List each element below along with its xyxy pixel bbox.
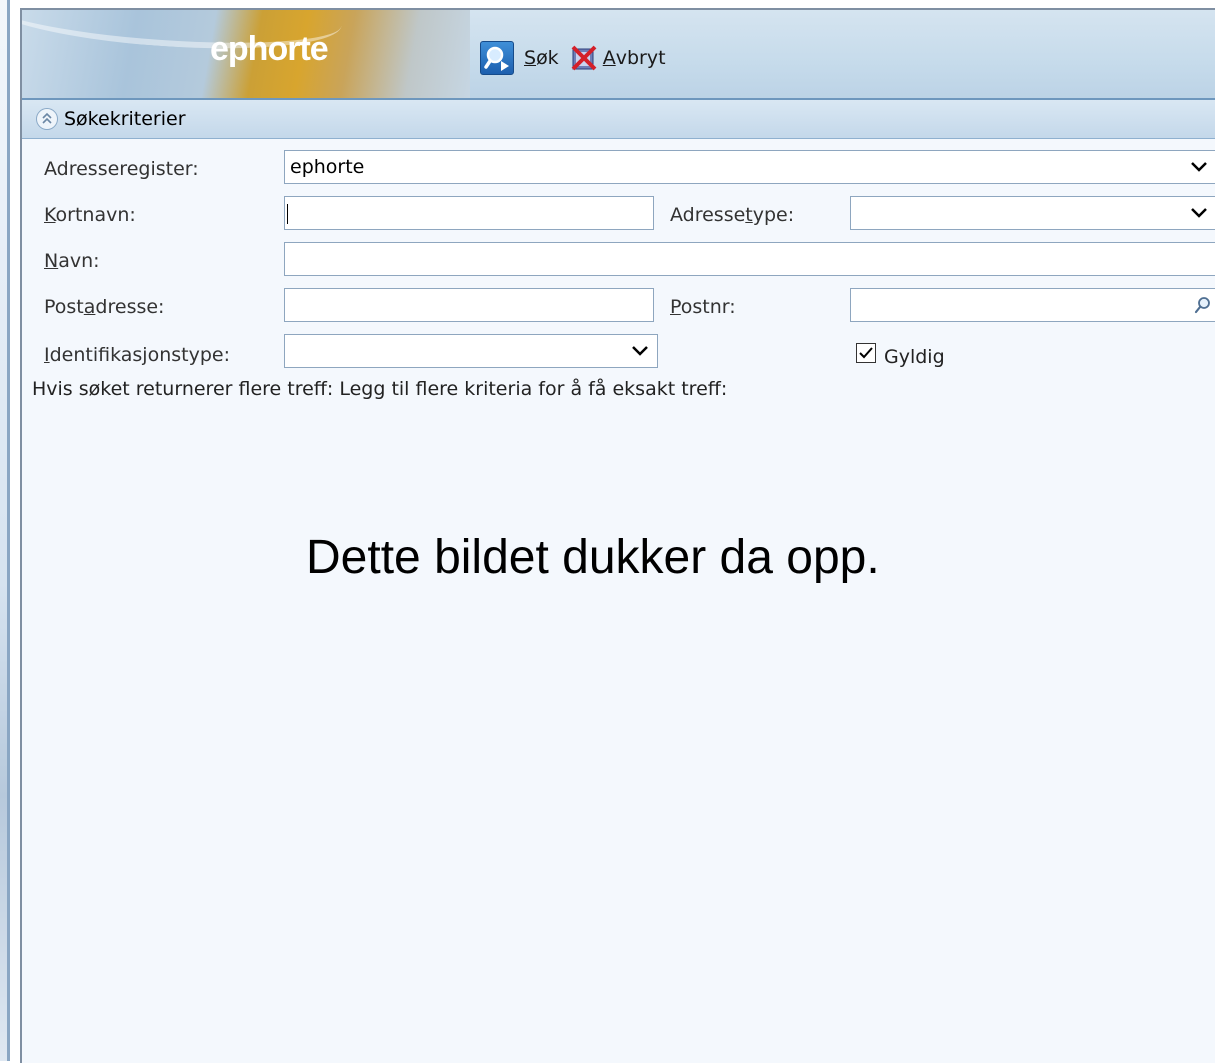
postadresse-label-pre: Post — [44, 296, 84, 318]
gyldig-label: Gyldig — [884, 346, 945, 368]
postnr-label-text: ostnr: — [680, 296, 736, 318]
app-logo: ephorte — [210, 30, 329, 68]
postadresse-label-text: dresse: — [95, 296, 165, 318]
search-window: ephorte Søk A vbryt Søkekriterier Adress… — [20, 8, 1215, 1063]
identifikasjonstype-label-text: dentifikasjonstype: — [49, 344, 230, 366]
section-title: Søkekriterier — [64, 108, 186, 130]
adresseregister-value: ephorte — [290, 156, 365, 178]
kortnavn-label-accesskey: K — [44, 204, 56, 226]
postadresse-label-accesskey: a — [83, 296, 96, 318]
toolbar: Søk Avbryt — [480, 38, 678, 78]
adressetype-label-pre: Adresse — [670, 204, 746, 226]
postnr-input[interactable] — [850, 288, 1215, 322]
text-cursor — [287, 204, 288, 224]
header: ephorte Søk A vbryt — [22, 10, 1215, 100]
postnr-label: Postnr: — [670, 296, 736, 318]
kortnavn-label-text: ortnavn: — [55, 204, 136, 226]
gyldig-checkbox[interactable] — [856, 343, 876, 363]
window-edge — [0, 0, 10, 1061]
chevron-down-icon[interactable] — [1182, 151, 1215, 183]
adressetype-label-accesskey: t — [745, 204, 753, 226]
navn-label: Navn: — [44, 250, 100, 272]
adresseregister-label: Adresseregister: — [44, 158, 199, 180]
navn-label-accesskey: N — [44, 250, 59, 272]
postadresse-input[interactable] — [284, 288, 654, 322]
navn-input[interactable] — [284, 242, 1215, 276]
postadresse-label: Postadresse: — [44, 296, 164, 318]
kortnavn-input[interactable] — [284, 196, 654, 230]
postnr-label-accesskey: P — [670, 296, 681, 318]
collapse-icon[interactable] — [36, 108, 58, 130]
kortnavn-label: Kortnavn: — [44, 204, 136, 226]
search-label-accesskey: S — [524, 47, 537, 69]
identifikasjonstype-label: Identifikasjonstype: — [44, 344, 230, 366]
adressetype-label-text: ype: — [752, 204, 795, 226]
cancel-icon — [571, 45, 597, 71]
cancel-label-accesskey: A — [602, 47, 616, 69]
search-hint: Hvis søket returnerer flere treff: Legg … — [32, 378, 728, 400]
chevron-down-icon[interactable] — [1182, 197, 1215, 229]
search-button[interactable]: Søk — [480, 41, 559, 75]
lookup-search-icon[interactable] — [1190, 289, 1215, 321]
identifikasjonstype-select[interactable] — [284, 334, 658, 368]
chevron-down-icon[interactable] — [623, 335, 657, 367]
adresseregister-select[interactable]: ephorte — [284, 150, 1215, 184]
section-header[interactable]: Søkekriterier — [22, 100, 1215, 139]
search-label: øk — [536, 47, 559, 69]
navn-label-text: avn: — [58, 250, 100, 272]
cancel-button[interactable]: Avbryt — [571, 45, 666, 71]
caption-text: Dette bildet dukker da opp. — [306, 531, 880, 584]
cancel-label: vbryt — [615, 47, 666, 69]
adressetype-select[interactable] — [850, 196, 1215, 230]
search-icon — [480, 41, 514, 75]
adressetype-label: Adressetype: — [670, 204, 794, 226]
logo-banner: ephorte — [22, 10, 470, 98]
